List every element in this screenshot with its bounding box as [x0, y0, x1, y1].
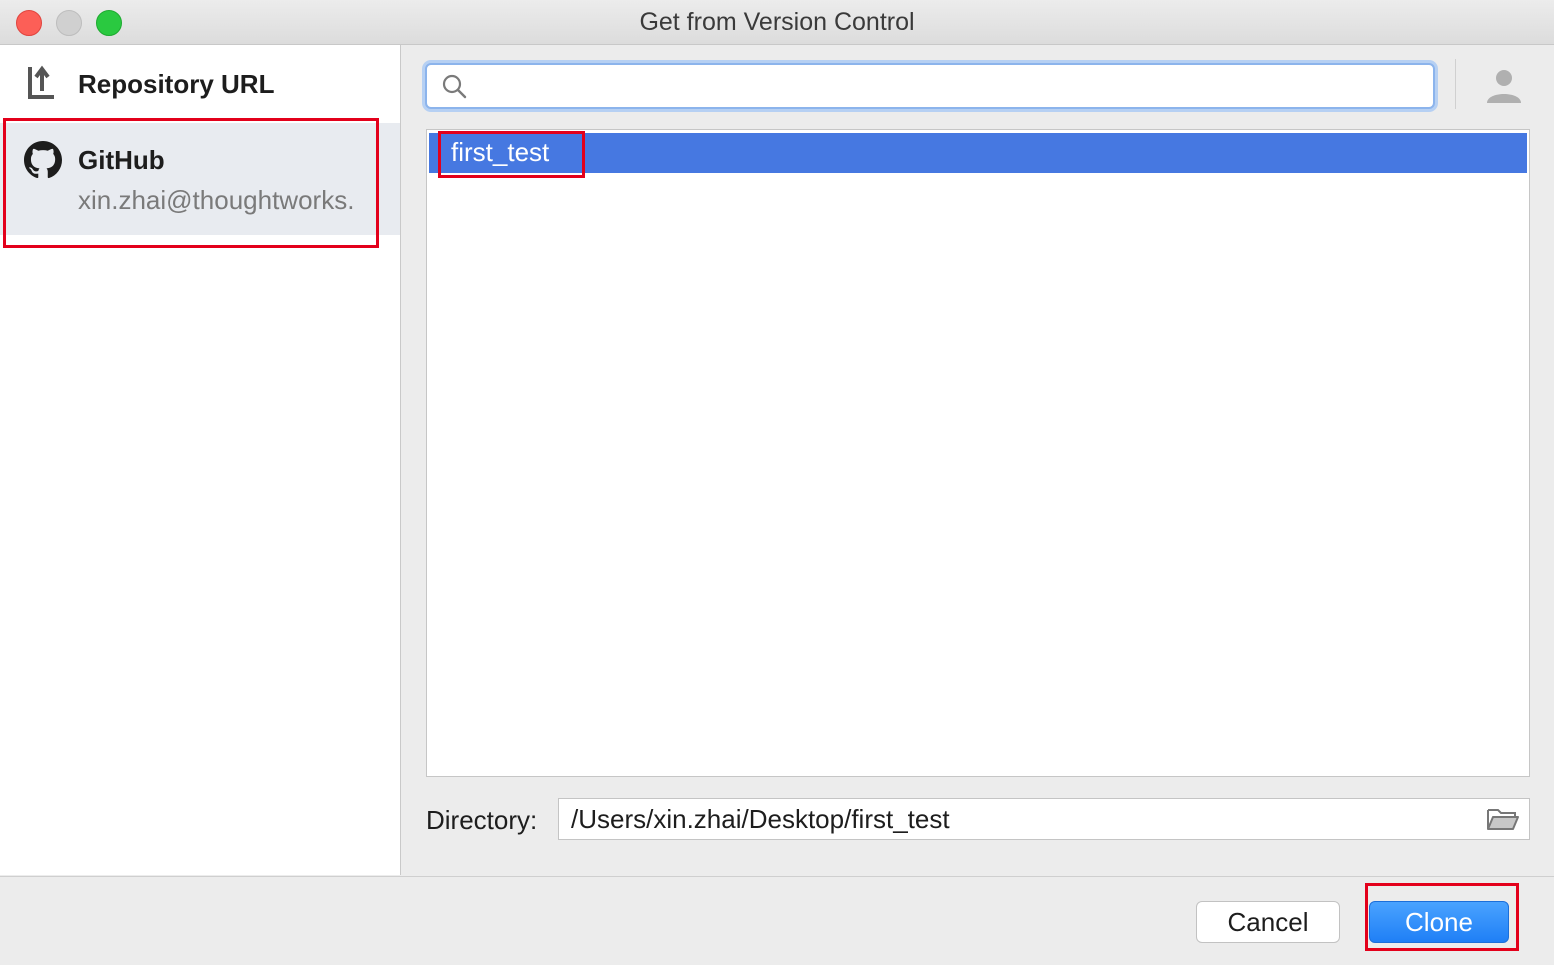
repository-name: first_test [451, 137, 550, 167]
repository-list: first_test [426, 129, 1530, 777]
github-icon [24, 141, 62, 179]
title-bar: Get from Version Control [0, 0, 1554, 45]
directory-field[interactable] [558, 798, 1530, 840]
sidebar-item-github[interactable]: GitHub xin.zhai@thoughtworks. [0, 123, 400, 235]
cancel-button[interactable]: Cancel [1196, 901, 1340, 943]
sidebar-item-label: GitHub [78, 145, 165, 175]
search-box[interactable] [425, 63, 1435, 109]
window-title: Get from Version Control [639, 8, 915, 36]
list-item[interactable]: first_test [429, 133, 1527, 173]
sidebar: Repository URL GitHub xin.zhai@thoughtwo… [0, 45, 401, 875]
repository-url-icon [28, 65, 54, 99]
directory-input[interactable] [569, 802, 1473, 836]
folder-open-icon[interactable] [1487, 807, 1519, 831]
sidebar-item-repository-url[interactable]: Repository URL [0, 45, 400, 123]
search-input[interactable] [477, 69, 1421, 103]
main-panel: first_test Directory: [401, 45, 1554, 875]
toolbar-divider [1455, 59, 1456, 109]
github-account-email: xin.zhai@thoughtworks. [78, 185, 355, 215]
directory-label: Directory: [426, 805, 538, 835]
search-icon [442, 74, 467, 99]
sidebar-item-label: Repository URL [78, 69, 275, 99]
account-icon[interactable] [1484, 65, 1524, 105]
dialog-footer: Cancel Clone [0, 876, 1554, 965]
clone-button[interactable]: Clone [1369, 901, 1509, 943]
